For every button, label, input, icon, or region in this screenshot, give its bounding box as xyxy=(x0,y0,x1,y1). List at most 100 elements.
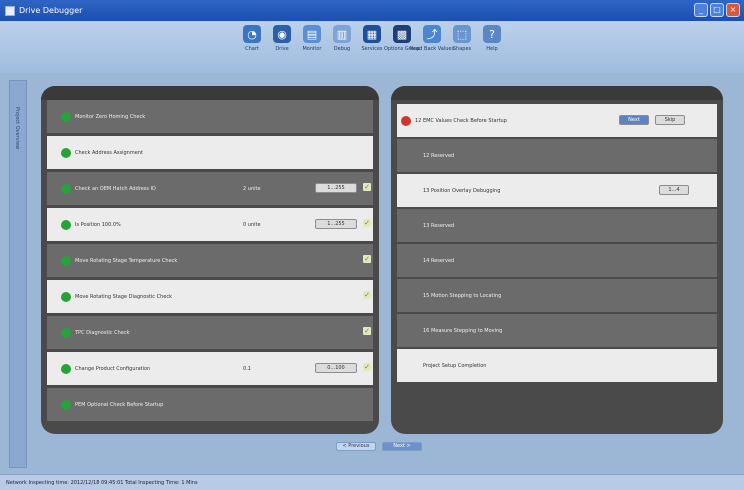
status-ok-icon xyxy=(61,219,71,230)
toolbar-button-4[interactable]: ▦ Services xyxy=(360,25,384,73)
status-ok-icon xyxy=(61,183,71,194)
monitor-icon: ▤ xyxy=(303,25,321,43)
status-ok-icon xyxy=(61,111,71,122)
checkmark-icon[interactable]: ✓ xyxy=(363,255,371,263)
status-ok-icon xyxy=(61,291,71,302)
steps-panel-left: Monitor Zero Homing Check Check Address A… xyxy=(41,86,379,434)
step-label: 16 Measure Stepping to Moving xyxy=(423,327,503,334)
step-row[interactable]: Move Rotating Stage Temperature Check ✓ xyxy=(47,244,373,277)
toolbar-button-label: Debug xyxy=(333,46,351,52)
toolbar-button-label: Monitor xyxy=(302,46,322,52)
step-row[interactable]: Change Product Configuration 0.1 0...100 ✓ xyxy=(47,352,373,385)
toolbar-button-label: Drive xyxy=(275,46,289,52)
title-bar: Drive Debugger _ □ × xyxy=(0,0,744,21)
side-panel-tab[interactable]: Project Overview xyxy=(14,107,20,149)
step-range-button[interactable]: 1...255 xyxy=(315,183,357,193)
step-label: 15 Motion Stepping to Locating xyxy=(423,292,502,299)
checkmark-icon[interactable]: ✓ xyxy=(363,219,371,227)
step-label: Project Setup Completion xyxy=(423,362,487,369)
step-row[interactable]: Is Position 100.0% 0 unite 1...255 ✓ xyxy=(47,208,373,241)
chart-icon: ◔ xyxy=(243,25,261,43)
toolbar-button-6[interactable]: ⤴ Read Back Values xyxy=(410,25,454,73)
step-label: 14 Reserved xyxy=(423,257,455,264)
step-row[interactable]: 13 Position Overlay Debugging 1...4 xyxy=(397,174,717,207)
status-bar: Network Inspecting time: 2012/12/18 09:4… xyxy=(0,474,744,490)
step-row[interactable]: TPC Diagnostic Check ✓ xyxy=(47,316,373,349)
step-label: 12 EMC Values Check Before Startup xyxy=(415,117,507,124)
toolbar-button-label: Read Back Values xyxy=(409,46,455,52)
checkmark-icon[interactable]: ✓ xyxy=(363,327,371,335)
step-row[interactable]: 12 Reserved xyxy=(397,139,717,172)
step-row[interactable]: 16 Measure Stepping to Moving xyxy=(397,314,717,347)
close-button[interactable]: × xyxy=(726,3,740,17)
next-button[interactable]: Next > xyxy=(382,442,422,451)
step-value: 0.1 xyxy=(243,365,251,372)
checkmark-icon[interactable]: ✓ xyxy=(363,183,371,191)
previous-button[interactable]: < Previous xyxy=(336,442,376,451)
step-value: 2 unite xyxy=(243,185,261,192)
step-label: Move Rotating Stage Temperature Check xyxy=(75,257,178,264)
side-panel[interactable]: Project Overview xyxy=(9,80,27,468)
steps-panel-right: 12 EMC Values Check Before Startup Next Sk… xyxy=(391,86,723,434)
step-action-button[interactable]: 1...4 xyxy=(659,185,689,195)
toolbar-button-1[interactable]: ◉ Drive xyxy=(270,25,294,73)
page-navigation: < Previous Next > xyxy=(336,442,422,451)
step-row[interactable]: Project Setup Completion xyxy=(397,349,717,382)
step-label: Is Position 100.0% xyxy=(75,221,121,228)
step-row[interactable]: 15 Motion Stepping to Locating xyxy=(397,279,717,312)
status-ok-icon xyxy=(61,147,71,158)
step-label: Change Product Configuration xyxy=(75,365,151,372)
step-range-button[interactable]: 1...255 xyxy=(315,219,357,229)
toolbar-button-3[interactable]: ▥ Debug xyxy=(330,25,354,73)
toolbar: ◔ Chart ◉ Drive ▤ Monitor ▥ Debug ▦ Services ▩ Opti… xyxy=(0,21,744,73)
minimize-button[interactable]: _ xyxy=(694,3,708,17)
window-title: Drive Debugger xyxy=(19,6,83,15)
step-label: 13 Reserved xyxy=(423,222,455,229)
drive-icon: ◉ xyxy=(273,25,291,43)
step-range-button[interactable]: 0...100 xyxy=(315,363,357,373)
toolbar-button-7[interactable]: ⬚ Shapes xyxy=(450,25,474,73)
services-icon: ▦ xyxy=(363,25,381,43)
debug-icon: ▥ xyxy=(333,25,351,43)
status-ok-icon xyxy=(61,255,71,266)
status-text: Network Inspecting time: 2012/12/18 09:4… xyxy=(6,479,198,486)
step-row[interactable]: Move Rotating Stage Diagnostic Check ✓ xyxy=(47,280,373,313)
toolbar-button-0[interactable]: ◔ Chart xyxy=(240,25,264,73)
checkmark-icon[interactable]: ✓ xyxy=(363,363,371,371)
step-value: 0 unite xyxy=(243,221,261,228)
step-label: Check an OEM Hatch Address ID xyxy=(75,185,156,192)
step-row[interactable]: 12 EMC Values Check Before Startup Next Sk… xyxy=(397,104,717,137)
toolbar-button-8[interactable]: ? Help xyxy=(480,25,504,73)
toolbar-button-label: Chart xyxy=(245,46,259,52)
window-controls: _ □ × xyxy=(694,3,740,17)
step-label: 13 Position Overlay Debugging xyxy=(423,187,501,194)
readback-icon: ⤴ xyxy=(423,25,441,43)
shapes-icon: ⬚ xyxy=(453,25,471,43)
step-label: PEM Optional Check Before Startup xyxy=(75,401,164,408)
checkmark-icon[interactable]: ✓ xyxy=(363,291,371,299)
toolbar-button-label: Services xyxy=(361,46,383,52)
status-error-icon xyxy=(401,115,411,126)
maximize-button[interactable]: □ xyxy=(710,3,724,17)
help-icon: ? xyxy=(483,25,501,43)
step-row[interactable]: 14 Reserved xyxy=(397,244,717,277)
status-ok-icon xyxy=(61,399,71,410)
options-icon: ▩ xyxy=(393,25,411,43)
step-label: Check Address Assignment xyxy=(75,149,143,156)
step-label: 12 Reserved xyxy=(423,152,455,159)
toolbar-button-2[interactable]: ▤ Monitor xyxy=(300,25,324,73)
panel-header xyxy=(41,86,379,100)
toolbar-button-label: Help xyxy=(486,46,498,52)
status-ok-icon xyxy=(61,327,71,338)
step-row[interactable]: Check Address Assignment xyxy=(47,136,373,169)
step-action-button[interactable]: Skip xyxy=(655,115,685,125)
step-row[interactable]: Check an OEM Hatch Address ID 2 unite 1...… xyxy=(47,172,373,205)
panel-header xyxy=(391,86,723,100)
status-ok-icon xyxy=(61,363,71,374)
step-row[interactable]: PEM Optional Check Before Startup xyxy=(47,388,373,421)
step-action-button[interactable]: Next xyxy=(619,115,649,125)
step-label: Monitor Zero Homing Check xyxy=(75,113,146,120)
step-row[interactable]: 13 Reserved xyxy=(397,209,717,242)
step-row[interactable]: Monitor Zero Homing Check xyxy=(47,100,373,133)
toolbar-button-label: Shapes xyxy=(452,46,472,52)
